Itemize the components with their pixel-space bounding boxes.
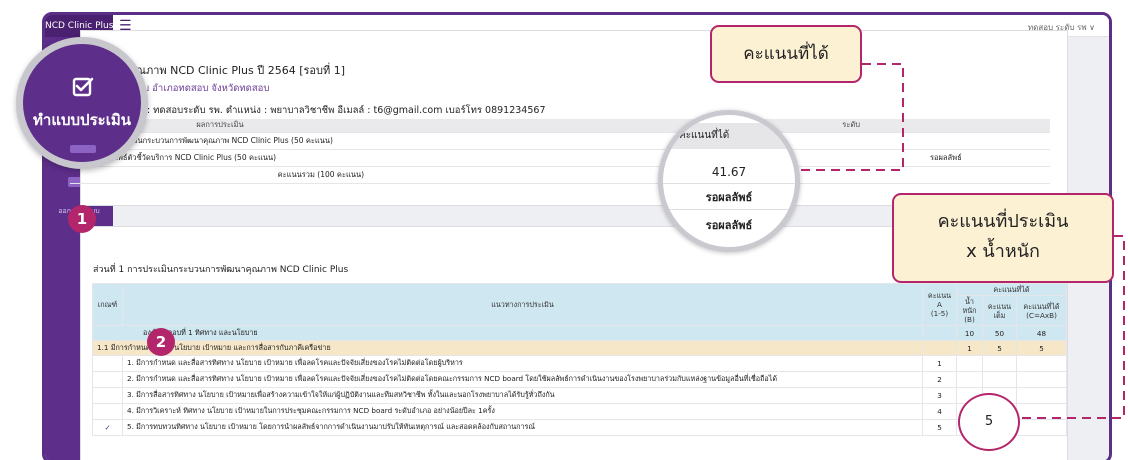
score-ring: 5 xyxy=(958,393,1020,451)
callout-weight: คะแนนที่ประเมิน x น้ำหนัก xyxy=(892,193,1114,283)
callout-weight-line1: คะแนนที่ประเมิน xyxy=(937,211,1069,232)
callout-score: คะแนนที่ได้ xyxy=(710,25,862,83)
callout-weight-line2: x น้ำหนัก xyxy=(966,241,1040,262)
